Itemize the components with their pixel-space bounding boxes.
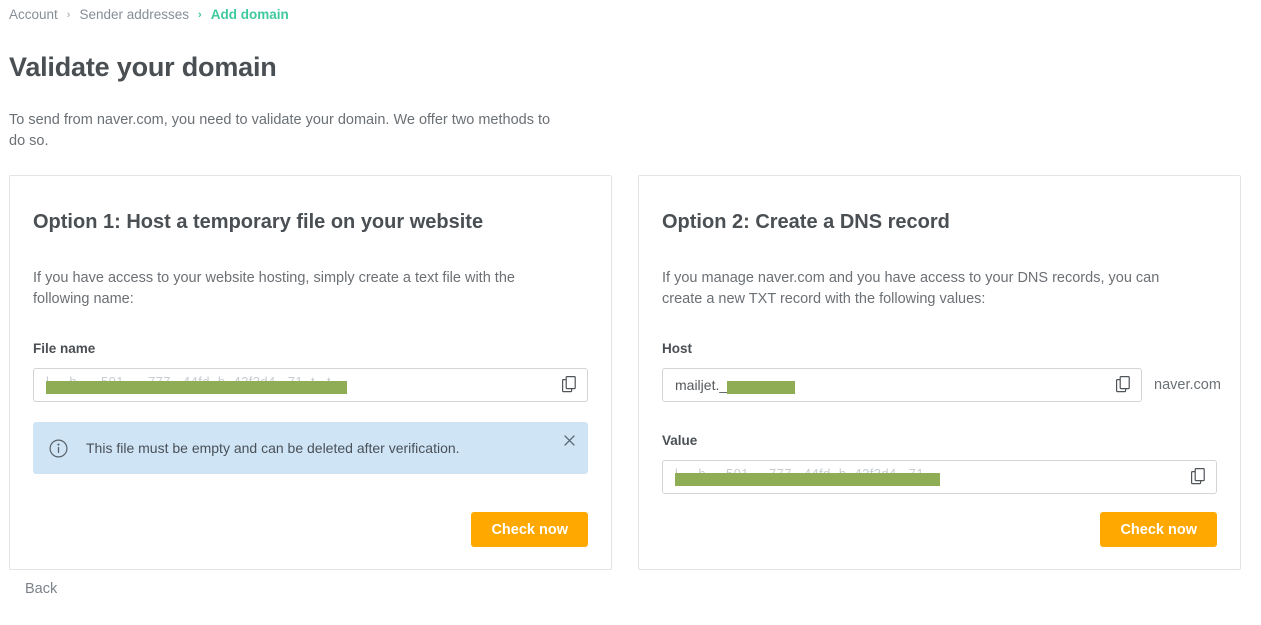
value-redaction: [675, 472, 940, 486]
copy-icon[interactable]: [553, 369, 587, 401]
page-intro-text: To send from naver.com, you need to vali…: [9, 112, 551, 149]
copy-icon[interactable]: [1182, 461, 1216, 493]
breadcrumb: Account › Sender addresses › Add domain: [9, 6, 289, 24]
breadcrumb-item-add-domain[interactable]: Add domain: [211, 6, 289, 24]
option-2-description: If you manage naver.com and you have acc…: [662, 270, 1160, 307]
option-1-card: Option 1: Host a temporary file on your …: [9, 175, 612, 570]
option-1-actions: Check now: [33, 494, 588, 547]
page-title: Validate your domain: [9, 52, 277, 82]
host-value: mailjet._: [663, 369, 1141, 401]
value-value: l . h . 501 777 44fd b 42f3d4 71: [663, 461, 1216, 493]
back-link[interactable]: Back: [25, 581, 57, 597]
breadcrumb-item-sender-addresses[interactable]: Sender addresses: [79, 6, 189, 24]
host-value-prefix: mailjet._: [675, 377, 728, 393]
breadcrumb-separator-2: ›: [198, 9, 202, 21]
check-now-button-option-2[interactable]: Check now: [1100, 512, 1217, 547]
option-1-description: If you have access to your website hosti…: [33, 270, 515, 307]
host-input-row: mailjet._ naver.com: [662, 368, 1221, 402]
host-redaction: [727, 380, 796, 394]
value-input[interactable]: l . h . 501 777 44fd b 42f3d4 71: [662, 460, 1217, 494]
options-container: Option 1: Host a temporary file on your …: [9, 175, 1241, 570]
value-label: Value: [662, 433, 698, 448]
page-root: Account › Sender addresses › Add domain …: [0, 0, 1261, 625]
option-2-actions: Check now: [662, 494, 1217, 547]
file-name-redaction: [46, 380, 347, 394]
info-circle-icon: [49, 439, 68, 458]
file-name-label: File name: [33, 341, 96, 356]
copy-icon[interactable]: [1107, 369, 1141, 401]
option-2-card: Option 2: Create a DNS record If you man…: [638, 175, 1241, 570]
file-name-input[interactable]: l . h . 501 777 44fd b 42f3d4 71 t t: [33, 368, 588, 402]
file-name-input-row: l . h . 501 777 44fd b 42f3d4 71 t t: [33, 368, 588, 402]
check-now-button-option-1[interactable]: Check now: [471, 512, 588, 547]
alert-message: This file must be empty and can be delet…: [86, 440, 460, 456]
file-empty-alert: This file must be empty and can be delet…: [33, 422, 588, 474]
host-label: Host: [662, 341, 692, 356]
option-2-title: Option 2: Create a DNS record: [662, 211, 950, 233]
option-1-title: Option 1: Host a temporary file on your …: [33, 211, 484, 233]
breadcrumb-item-account[interactable]: Account: [9, 6, 58, 24]
file-name-value: l . h . 501 777 44fd b 42f3d4 71 t t: [34, 369, 587, 401]
value-input-row: l . h . 501 777 44fd b 42f3d4 71: [662, 460, 1217, 494]
close-icon[interactable]: [561, 433, 577, 449]
host-input[interactable]: mailjet._: [662, 368, 1142, 402]
host-domain-suffix: naver.com: [1154, 377, 1221, 393]
breadcrumb-separator-1: ›: [66, 9, 71, 21]
